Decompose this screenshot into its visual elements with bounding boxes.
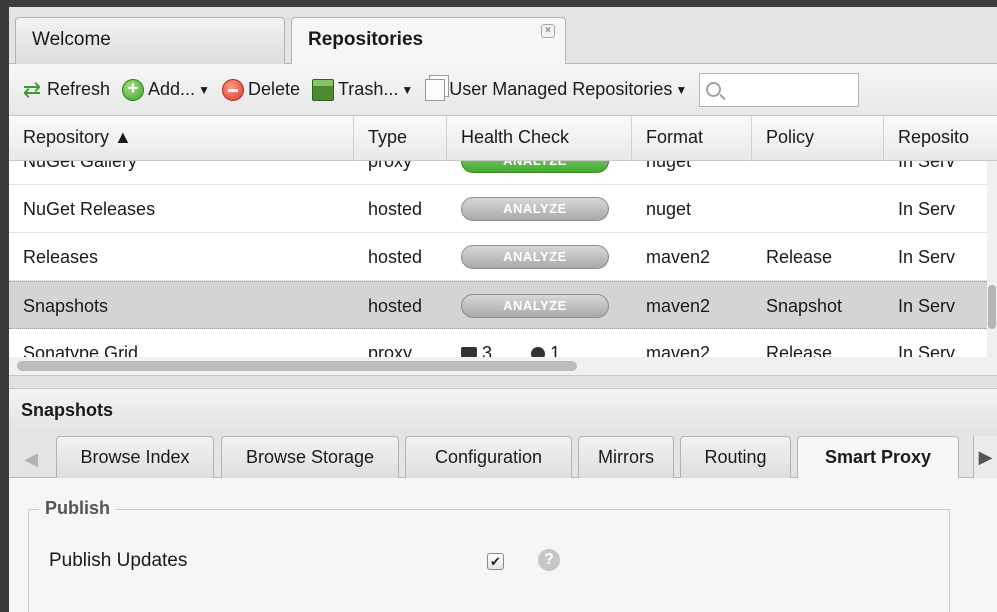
main-tab-strip: Welcome Repositories ×	[9, 7, 997, 65]
repository-type: hosted	[368, 199, 423, 219]
table-row[interactable]: Releases hosted ANALYZE maven2 Release I…	[9, 233, 987, 281]
chevron-down-icon: ▼	[675, 82, 688, 97]
repository-type: hosted	[368, 296, 423, 316]
analyze-button[interactable]: ANALYZE	[461, 245, 609, 269]
help-icon[interactable]: ?	[538, 549, 560, 571]
security-icon	[461, 347, 477, 357]
grid-horizontal-scrollbar[interactable]	[9, 357, 997, 375]
user-managed-label: User Managed Repositories	[449, 79, 673, 99]
search-icon	[706, 82, 722, 97]
chevron-down-icon: ▼	[401, 82, 414, 97]
publish-updates-checkbox[interactable]: ✔	[487, 553, 504, 570]
trash-icon	[311, 78, 334, 101]
add-label: Add...	[148, 79, 196, 99]
column-header-policy[interactable]: Policy	[752, 116, 884, 161]
panel-splitter[interactable]	[9, 375, 997, 389]
tab-smart-proxy[interactable]: Smart Proxy	[797, 436, 959, 479]
repository-format: nuget	[646, 161, 692, 171]
column-header-format[interactable]: Format	[632, 116, 752, 161]
publish-updates-label: Publish Updates	[49, 550, 188, 571]
repository-name: Snapshots	[23, 296, 109, 316]
column-header-health-check[interactable]: Health Check	[447, 116, 632, 161]
repository-policy	[752, 161, 884, 185]
pages-icon	[425, 78, 446, 101]
tab-browse-index[interactable]: Browse Index	[56, 436, 214, 478]
table-row[interactable]: NuGet Gallery proxy ANALYZE nuget In Ser…	[9, 161, 987, 185]
trash-label: Trash...	[337, 79, 399, 99]
repository-status: In Serv	[898, 199, 956, 219]
repository-grid: NuGet Gallery proxy ANALYZE nuget In Ser…	[9, 161, 987, 357]
grid-vertical-scrollbar[interactable]	[987, 161, 997, 357]
trash-button[interactable]: Trash... ▼	[311, 78, 414, 101]
repository-status: In Serv	[898, 343, 956, 357]
add-button[interactable]: Add... ▼	[122, 78, 210, 101]
arrow-right-icon[interactable]: ▶	[973, 436, 997, 478]
license-icon	[531, 347, 546, 357]
repository-format: nuget	[646, 199, 692, 219]
license-count: 1	[550, 343, 561, 357]
user-managed-repositories-button[interactable]: User Managed Repositories ▼	[425, 78, 688, 101]
smart-proxy-panel: Publish Publish Updates ✔ ?	[9, 478, 997, 612]
repository-name: Sonatype Grid	[23, 343, 139, 357]
publish-legend: Publish	[39, 498, 117, 519]
health-summary[interactable]: 3 1	[447, 329, 632, 357]
refresh-label: Refresh	[47, 79, 111, 99]
repository-policy: Release	[766, 343, 833, 357]
table-row[interactable]: NuGet Releases hosted ANALYZE nuget In S…	[9, 185, 987, 233]
analyze-button[interactable]: ANALYZE	[461, 294, 609, 318]
chevron-down-icon: ▼	[198, 82, 210, 97]
table-row[interactable]: Sonatype Grid proxy 3 1 maven2 Release I…	[9, 329, 987, 357]
repository-policy	[752, 185, 884, 233]
repository-status: In Serv	[898, 161, 956, 171]
repository-type: proxy	[368, 343, 413, 357]
analyze-button[interactable]: ANALYZE	[461, 161, 609, 173]
repository-name: NuGet Gallery	[23, 161, 138, 171]
delete-button[interactable]: Delete	[221, 78, 300, 101]
arrow-left-icon[interactable]: ◀	[13, 440, 49, 478]
repository-format: maven2	[646, 247, 711, 267]
repositories-toolbar: ⇄ Refresh Add... ▼ Delete Trash... ▼ Use…	[9, 64, 997, 116]
tab-repositories[interactable]: Repositories ×	[291, 17, 566, 65]
repository-type: hosted	[368, 247, 423, 267]
horizontal-scroll-thumb[interactable]	[17, 361, 577, 371]
repository-type: proxy	[368, 161, 413, 171]
table-row-selected[interactable]: Snapshots hosted ANALYZE maven2 Snapshot…	[9, 281, 987, 329]
tab-configuration[interactable]: Configuration	[405, 436, 572, 478]
detail-tab-strip: ◀ Browse Index Browse Storage Configurat…	[9, 432, 997, 479]
search-input[interactable]	[725, 74, 856, 105]
repository-status: In Serv	[898, 247, 956, 267]
repository-policy: Release	[766, 247, 833, 267]
add-icon	[122, 78, 145, 101]
grid-header: Repository ▲ Type Health Check Format Po…	[9, 116, 997, 161]
tab-mirrors[interactable]: Mirrors	[578, 436, 674, 478]
delete-label: Delete	[247, 79, 300, 99]
repository-format: maven2	[646, 296, 711, 316]
tab-welcome-label: Welcome	[32, 29, 111, 50]
repository-name: Releases	[23, 247, 99, 267]
tab-browse-storage[interactable]: Browse Storage	[221, 436, 399, 478]
analyze-button[interactable]: ANALYZE	[461, 197, 609, 221]
tab-routing[interactable]: Routing	[680, 436, 791, 478]
search-field[interactable]	[699, 72, 860, 107]
tab-welcome[interactable]: Welcome	[15, 17, 285, 64]
delete-icon	[221, 78, 244, 101]
column-header-type[interactable]: Type	[354, 116, 447, 161]
column-header-repository[interactable]: Repository ▲	[9, 116, 354, 161]
column-header-repository-status[interactable]: Reposito	[884, 116, 997, 161]
vertical-scroll-thumb[interactable]	[988, 285, 996, 329]
repository-policy: Snapshot	[766, 296, 843, 316]
repository-format: maven2	[646, 343, 711, 357]
tab-repositories-label: Repositories	[308, 29, 424, 50]
refresh-button[interactable]: ⇄ Refresh	[21, 76, 111, 102]
repository-status: In Serv	[898, 296, 956, 316]
security-count: 3	[482, 343, 493, 357]
repository-name: NuGet Releases	[23, 199, 156, 219]
detail-panel-title: Snapshots	[9, 389, 997, 432]
refresh-icon: ⇄	[22, 76, 42, 102]
close-tab-icon[interactable]: ×	[541, 24, 555, 38]
